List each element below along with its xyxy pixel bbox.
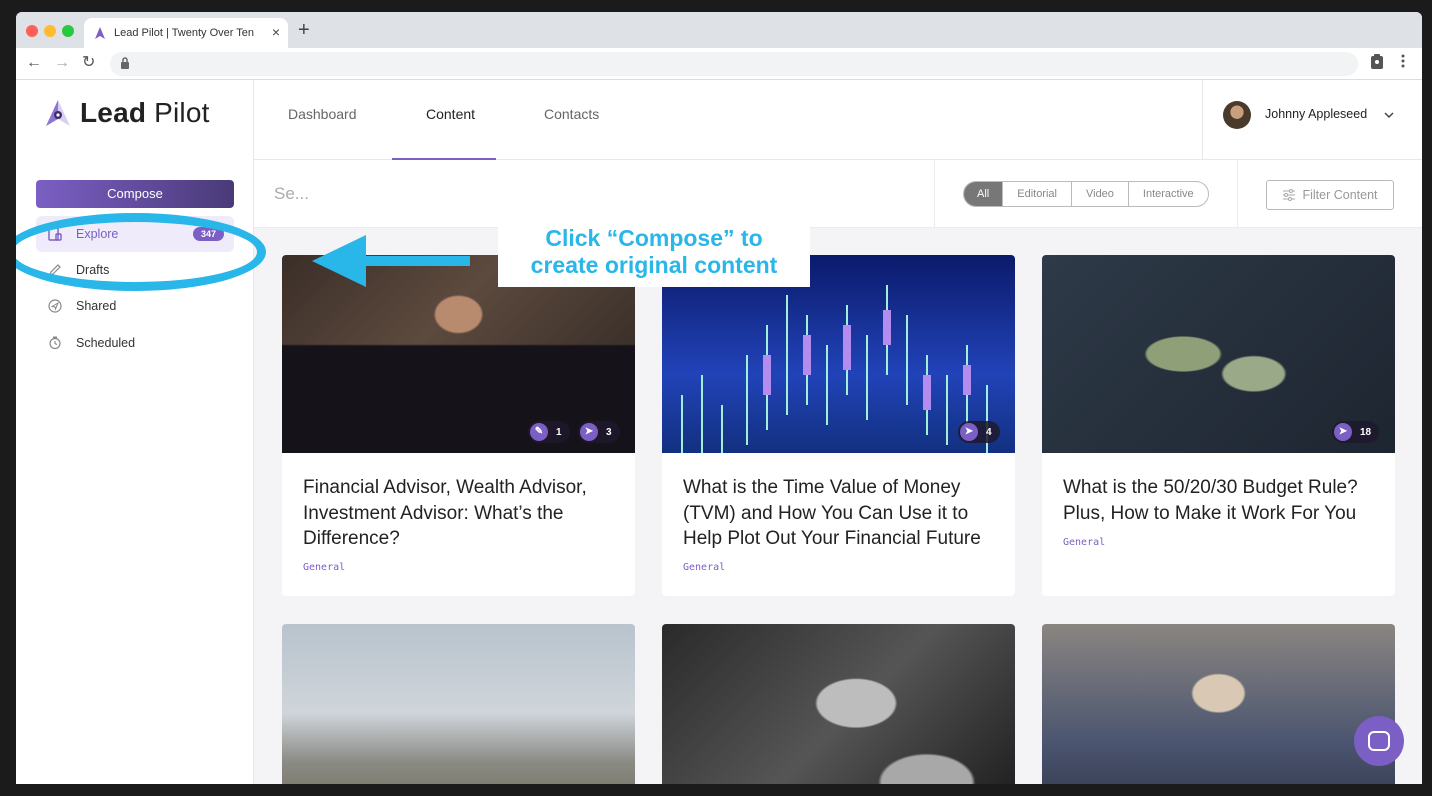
segment-editorial[interactable]: Editorial xyxy=(1002,182,1071,206)
send-icon: ➤ xyxy=(1334,423,1352,441)
app-root: Lead Pilot Compose Explore 347 Drafts Sh… xyxy=(16,80,1422,784)
new-tab-button[interactable]: + xyxy=(298,20,310,40)
chevron-down-icon xyxy=(1384,112,1394,119)
filter-content-button[interactable]: Filter Content xyxy=(1266,180,1394,210)
card-category[interactable]: General xyxy=(1063,537,1105,548)
browser-tabbar: Lead Pilot | Twenty Over Ten × + xyxy=(16,12,1422,48)
tab-dashboard[interactable]: Dashboard xyxy=(288,106,357,122)
logo[interactable]: Lead Pilot xyxy=(44,97,210,128)
card-title[interactable]: Financial Advisor, Wealth Advisor, Inves… xyxy=(303,475,619,552)
sliders-icon xyxy=(1283,189,1296,201)
tab-title: Lead Pilot | Twenty Over Ten xyxy=(114,27,255,39)
tab-content[interactable]: Content xyxy=(426,106,475,122)
content-card[interactable] xyxy=(662,624,1015,784)
browser-toolbar: ← → ↻ xyxy=(16,48,1422,80)
lead-pilot-logo-icon xyxy=(46,100,70,126)
card-title[interactable]: What is the 50/20/30 Budget Rule? Plus, … xyxy=(1063,475,1379,526)
content-filter-bar: Se... All Editorial Video Interactive Fi… xyxy=(254,160,1422,228)
sidebar-item-label: Shared xyxy=(76,299,117,313)
sidebar-item-label: Scheduled xyxy=(76,336,136,350)
tab-close-icon[interactable]: × xyxy=(272,24,280,40)
card-image xyxy=(662,624,1015,784)
card-image xyxy=(1042,624,1395,784)
chat-launcher-button[interactable] xyxy=(1354,716,1404,766)
content-type-segment: All Editorial Video Interactive xyxy=(963,181,1209,207)
card-title[interactable]: What is the Time Value of Money (TVM) an… xyxy=(683,475,999,552)
annotation-text: Click “Compose” to create original conte… xyxy=(530,225,778,278)
address-bar[interactable] xyxy=(110,52,1358,76)
maximize-window-button[interactable] xyxy=(62,25,74,37)
filter-content-label: Filter Content xyxy=(1302,188,1378,202)
close-window-button[interactable] xyxy=(26,25,38,37)
user-menu[interactable]: Johnny Appleseed xyxy=(1202,80,1422,160)
tab-contacts[interactable]: Contacts xyxy=(544,106,599,122)
lead-pilot-favicon-icon xyxy=(95,27,105,39)
top-navigation: Dashboard Content Contacts Johnny Apples… xyxy=(254,80,1422,160)
annotation-arrow-head xyxy=(312,235,366,287)
sidebar-item-shared[interactable]: Shared xyxy=(36,288,234,324)
edit-count-badge: ✎ 1 xyxy=(528,421,570,443)
forward-button[interactable]: → xyxy=(54,53,70,73)
segment-interactive[interactable]: Interactive xyxy=(1127,182,1208,206)
content-card[interactable] xyxy=(1042,624,1395,784)
content-card[interactable] xyxy=(282,624,635,784)
user-name: Johnny Appleseed xyxy=(1265,107,1368,121)
compose-button[interactable]: Compose xyxy=(36,180,234,208)
share-count-badge: ➤ 3 xyxy=(578,421,620,443)
minimize-window-button[interactable] xyxy=(44,25,56,37)
content-card[interactable]: ➤ 4 What is the Time Value of Money (TVM)… xyxy=(662,255,1015,596)
logo-text: Lead Pilot xyxy=(80,97,210,128)
segment-all[interactable]: All xyxy=(964,182,1003,206)
segment-video[interactable]: Video xyxy=(1070,182,1128,206)
card-image xyxy=(282,624,635,784)
search-input[interactable]: Se... xyxy=(274,184,309,204)
browser-tab[interactable]: Lead Pilot | Twenty Over Ten × xyxy=(84,18,288,48)
card-category[interactable]: General xyxy=(303,562,345,573)
annotation-callout: Click “Compose” to create original conte… xyxy=(498,221,810,287)
chat-icon xyxy=(1368,731,1390,751)
browser-menu-icon[interactable] xyxy=(1401,54,1405,68)
clock-icon xyxy=(49,336,61,350)
content-type-segment-wrapper: All Editorial Video Interactive xyxy=(934,160,1238,228)
send-icon: ➤ xyxy=(960,423,978,441)
clipboard-extension-icon[interactable] xyxy=(1370,54,1384,70)
compose-highlight-ellipse xyxy=(16,213,266,291)
sidebar: Lead Pilot Compose Explore 347 Drafts Sh… xyxy=(16,80,254,784)
content-card[interactable]: ➤ 18 What is the 50/20/30 Budget Rule? Pl… xyxy=(1042,255,1395,596)
send-icon xyxy=(48,299,62,313)
back-button[interactable]: ← xyxy=(26,53,42,73)
send-icon: ➤ xyxy=(580,423,598,441)
annotation-arrow xyxy=(366,256,470,266)
content-card[interactable]: ✎ 1 ➤ 3 Financial Advisor, Wealth Advisor,… xyxy=(282,255,635,596)
share-count-badge: ➤ 18 xyxy=(1332,421,1380,443)
lock-icon xyxy=(121,57,129,69)
pencil-icon: ✎ xyxy=(530,423,548,441)
avatar xyxy=(1223,101,1251,129)
browser-window: Lead Pilot | Twenty Over Ten × + ← → ↻ L xyxy=(16,12,1422,784)
reload-button[interactable]: ↻ xyxy=(82,53,95,73)
share-count-badge: ➤ 4 xyxy=(958,421,1000,443)
sidebar-item-scheduled[interactable]: Scheduled xyxy=(36,325,234,361)
card-category[interactable]: General xyxy=(683,562,725,573)
